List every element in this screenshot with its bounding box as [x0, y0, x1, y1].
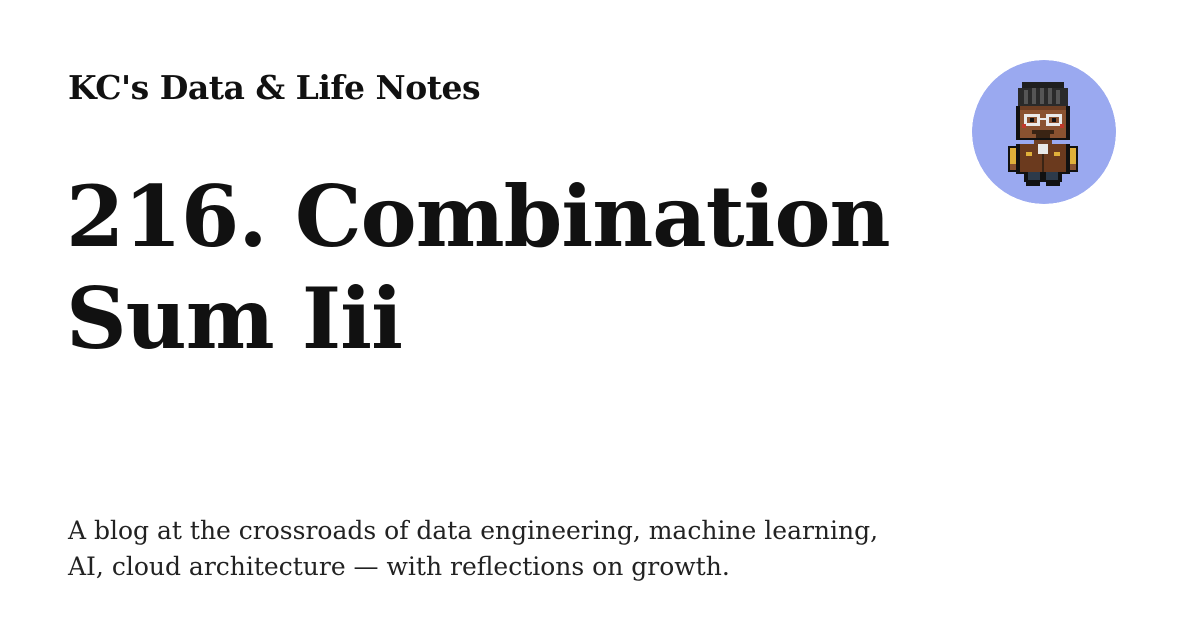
- site-name: KC's Data & Life Notes: [68, 68, 481, 107]
- avatar: [972, 60, 1116, 204]
- pixel-art-person-icon: [972, 60, 1116, 204]
- post-title: 216. Combination Sum Iii: [66, 167, 891, 368]
- site-description: A blog at the crossroads of data enginee…: [68, 516, 879, 581]
